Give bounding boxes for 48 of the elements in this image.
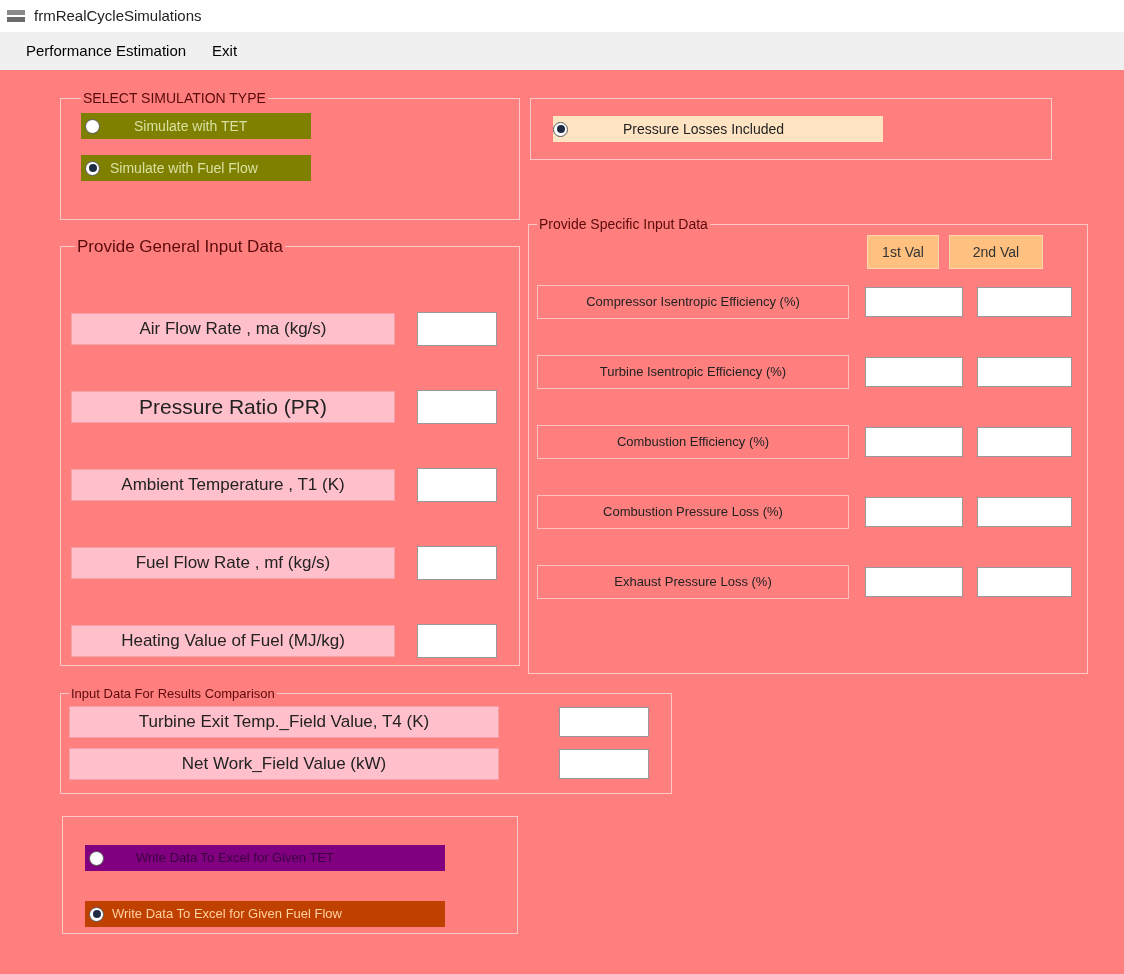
field-label: Net Work_Field Value (kW) [69, 747, 499, 780]
group-title: Provide Specific Input Data [538, 215, 709, 234]
option-radio[interactable]: Write Data To Excel for Given Fuel Flow [85, 901, 445, 927]
radio-button[interactable] [89, 906, 104, 922]
field-label: Turbine Exit Temp._Field Value, T4 (K) [69, 705, 499, 738]
input-field[interactable] [417, 311, 497, 346]
input-field[interactable] [865, 287, 963, 317]
window-title: frmRealCycleSimulations [34, 5, 202, 26]
field-label: Fuel Flow Rate , mf (kg/s) [71, 546, 395, 579]
input-field[interactable] [977, 427, 1072, 457]
radio-button[interactable] [553, 121, 568, 137]
field-label: Compressor Isentropic Efficiency (%) [537, 285, 849, 319]
input-field[interactable] [417, 467, 497, 502]
option-radio[interactable]: Simulate with TET [81, 113, 311, 139]
group-title: Provide General Input Data [76, 236, 284, 258]
column-header: 1st Val [867, 235, 939, 269]
radio-button[interactable] [85, 160, 100, 176]
option-radio[interactable]: Simulate with Fuel Flow [81, 155, 311, 181]
group-title: SELECT SIMULATION TYPE [82, 89, 267, 108]
field-label: Air Flow Rate , ma (kg/s) [71, 312, 395, 345]
radio-button[interactable] [89, 850, 104, 866]
input-field[interactable] [977, 497, 1072, 527]
field-label: Combustion Efficiency (%) [537, 425, 849, 459]
field-label: Turbine Isentropic Efficiency (%) [537, 355, 849, 389]
group-title: Input Data For Results Comparison [70, 685, 276, 703]
input-field[interactable] [977, 287, 1072, 317]
option-radio[interactable]: Pressure Losses Included [553, 116, 883, 142]
field-label: Pressure Ratio (PR) [71, 390, 395, 423]
input-field[interactable] [865, 357, 963, 387]
field-label: Combustion Pressure Loss (%) [537, 495, 849, 529]
input-field[interactable] [977, 567, 1072, 597]
input-field[interactable] [417, 545, 497, 580]
field-label: Ambient Temperature , T1 (K) [71, 468, 395, 501]
input-field[interactable] [559, 706, 649, 737]
input-field[interactable] [865, 567, 963, 597]
field-label: Exhaust Pressure Loss (%) [537, 565, 849, 599]
field-label: Heating Value of Fuel (MJ/kg) [71, 624, 395, 657]
input-field[interactable] [559, 748, 649, 779]
column-header: 2nd Val [949, 235, 1043, 269]
app-icon [6, 8, 26, 24]
input-field[interactable] [417, 389, 497, 424]
menu-item[interactable]: Performance Estimation [20, 39, 193, 63]
input-field[interactable] [865, 427, 963, 457]
input-field[interactable] [977, 357, 1072, 387]
radio-button[interactable] [85, 118, 100, 134]
input-field[interactable] [417, 623, 497, 658]
input-field[interactable] [865, 497, 963, 527]
menu-item[interactable]: Exit [206, 39, 244, 63]
